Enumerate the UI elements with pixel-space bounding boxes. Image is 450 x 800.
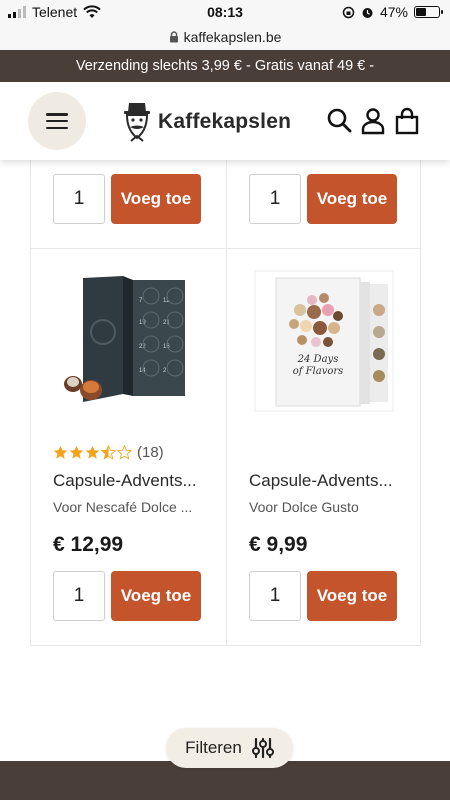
promo-text: Verzending slechts 3,99 € - Gratis vanaf… (75, 58, 375, 74)
add-to-cart-button[interactable]: Voeg toe (111, 174, 201, 224)
box-print-text: 24 Days (297, 354, 339, 365)
product-name[interactable]: Capsule-Advents... (53, 471, 203, 491)
product-grid: 1 Voeg toe 1 Voeg toe 7 11 19 21 22 16 1… (30, 160, 422, 646)
review-count[interactable]: (18) (137, 444, 164, 461)
url-domain: kaffekapslen.be (183, 29, 282, 45)
search-icon[interactable] (326, 107, 352, 135)
quantity-input[interactable]: 1 (249, 571, 301, 621)
cart-bag-icon[interactable] (394, 107, 420, 135)
site-header: Kaffekapslen (0, 82, 450, 160)
product-subtitle: Voor Dolce Gusto (249, 499, 359, 515)
filter-button[interactable]: Filteren (166, 728, 293, 768)
shipping-promo-banner: Verzending slechts 3,99 € - Gratis vanaf… (0, 50, 450, 82)
add-to-cart-button[interactable]: Voeg toe (307, 571, 397, 621)
add-to-cart-button[interactable]: Voeg toe (111, 571, 201, 621)
product-image[interactable]: 24 Days of Flavors (254, 270, 394, 412)
add-to-cart-button[interactable]: Voeg toe (307, 174, 397, 224)
star-empty-icon (117, 445, 132, 460)
product-price: € 12,99 (53, 533, 124, 556)
alarm-icon (362, 7, 373, 18)
product-image[interactable]: 7 11 19 21 22 16 14 2 (63, 272, 193, 412)
filter-label: Filteren (185, 738, 242, 757)
product-price: € 9,99 (249, 533, 308, 556)
lock-icon (169, 31, 178, 43)
product-name[interactable]: Capsule-Advents... (249, 471, 399, 491)
star-full-icon (85, 445, 100, 459)
battery-percentage: 47% (379, 4, 408, 20)
logo-text: Kaffekapslen (158, 110, 292, 133)
quantity-input[interactable]: 1 (53, 174, 105, 224)
browser-url-bar[interactable]: kaffekapslen.be (0, 24, 450, 50)
product-rating: (18) (53, 444, 164, 461)
account-icon[interactable] (360, 107, 386, 135)
box-print-text: of Flavors (293, 366, 344, 377)
star-half-icon (101, 445, 116, 460)
menu-button[interactable] (28, 92, 86, 150)
hamburger-icon (46, 113, 68, 129)
site-logo[interactable]: Kaffekapslen (120, 100, 291, 144)
rotation-lock-icon (342, 6, 355, 18)
ios-status-bar: Telenet 08:13 47% (0, 0, 450, 24)
product-subtitle: Voor Nescafé Dolce ... (53, 499, 193, 515)
logo-mascot-icon (124, 103, 150, 142)
quantity-input[interactable]: 1 (249, 174, 301, 224)
battery-icon (414, 6, 443, 18)
quantity-input[interactable]: 1 (53, 571, 105, 621)
star-full-icon (69, 445, 84, 459)
filter-sliders-icon (251, 737, 274, 759)
star-full-icon (53, 445, 68, 459)
